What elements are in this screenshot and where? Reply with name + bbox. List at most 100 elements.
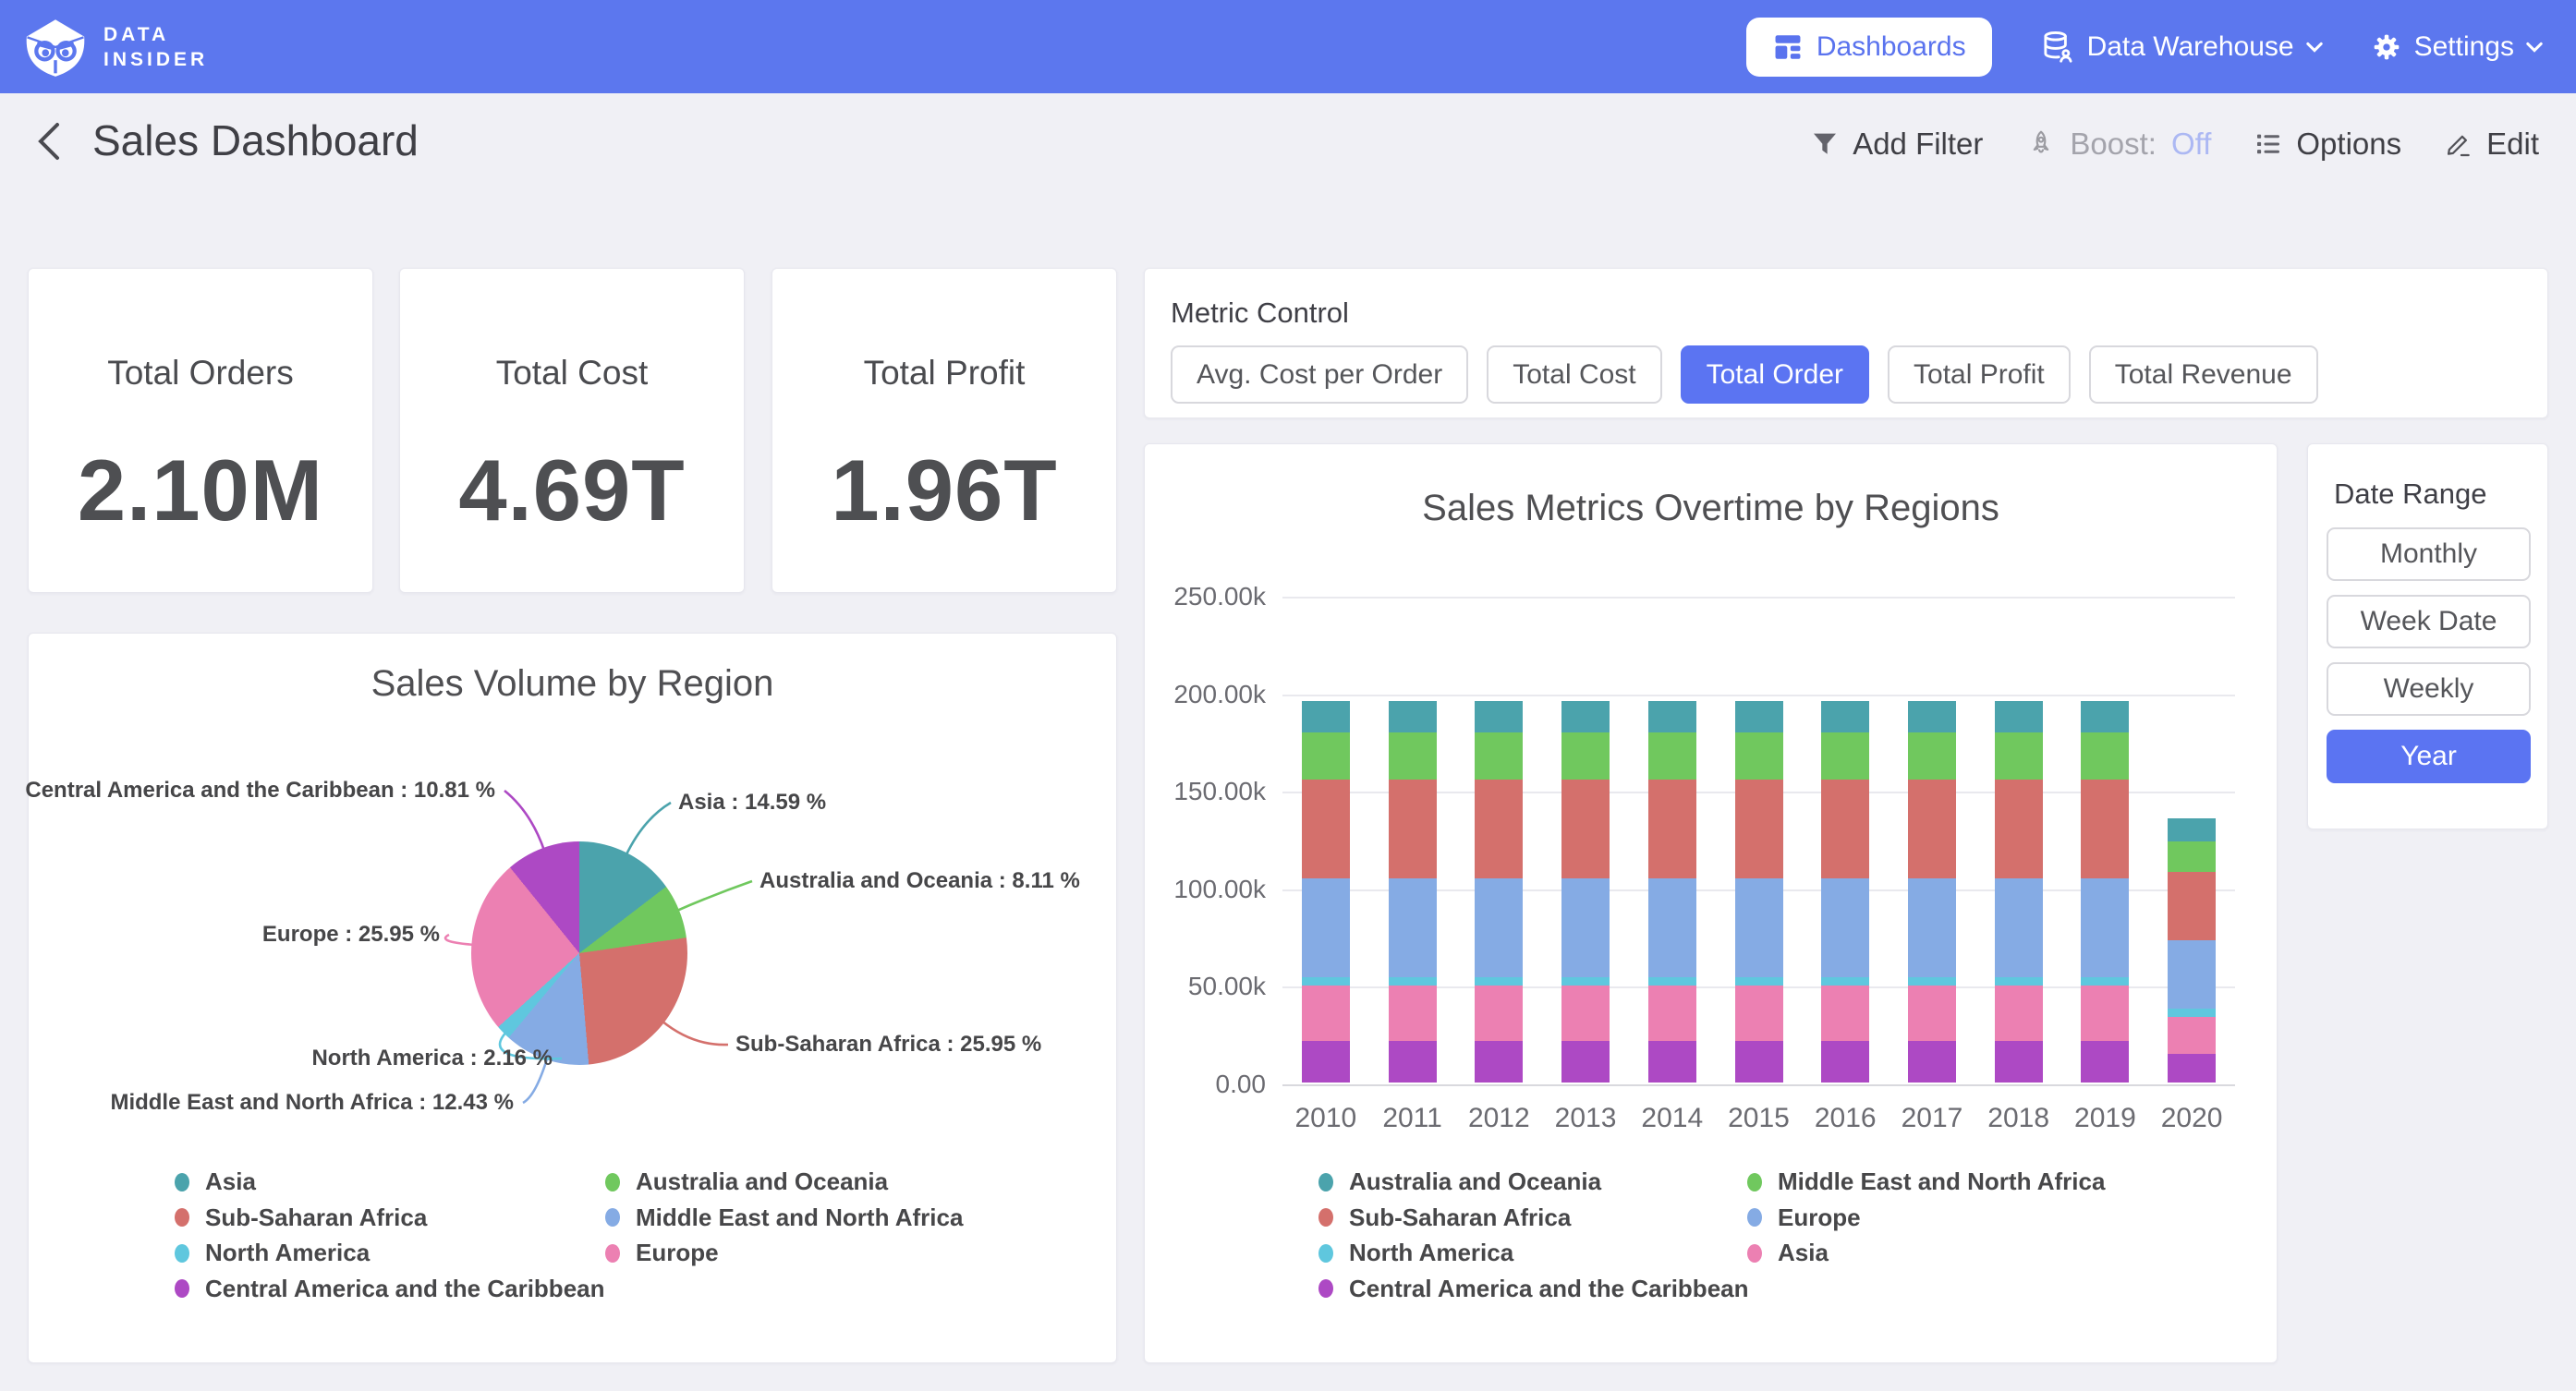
legend-item[interactable]: Australia and Oceania [605,1167,888,1196]
legend-item[interactable]: Australia and Oceania [1318,1167,1601,1196]
legend-item[interactable]: Middle East and North Africa [1747,1167,2105,1196]
options-button[interactable]: Options [2254,127,2401,162]
legend-label: Middle East and North Africa [1778,1167,2105,1196]
y-axis-tick: 200.00k [1145,680,1266,709]
pie-slice-label: Central America and the Caribbean : 10.8… [25,776,495,805]
metric-button-avg-cost-per-order[interactable]: Avg. Cost per Order [1171,345,1468,404]
legend-item[interactable]: Sub-Saharan Africa [1318,1204,1571,1232]
bar-segment [1302,732,1350,780]
bar-column-2011[interactable] [1389,701,1437,1083]
legend-item[interactable]: Europe [605,1239,719,1267]
bar-segment [1735,878,1783,977]
pencil-icon [2444,129,2473,159]
bar-column-2014[interactable] [1648,701,1696,1083]
legend-item[interactable]: Asia [175,1167,256,1196]
bar-column-2010[interactable] [1302,701,1350,1083]
gridline [1282,1084,2235,1086]
legend-dot [1747,1173,1762,1191]
boost-state: Off [2171,127,2211,162]
bar-segment [1302,780,1350,878]
legend-label: Australia and Oceania [636,1167,888,1196]
pie-slice-label: Sub-Saharan Africa : 25.95 % [735,1030,1041,1059]
bar-segment [1995,977,2043,986]
metric-button-total-revenue[interactable]: Total Revenue [2089,345,2318,404]
bar-segment [1995,732,2043,780]
metric-buttons: Avg. Cost per Order Total Cost Total Order… [1171,345,2318,404]
edit-button[interactable]: Edit [2444,127,2539,162]
legend-item[interactable]: Central America and the Caribbean [175,1275,605,1303]
bar-column-2018[interactable] [1995,701,2043,1083]
bar-segment [1561,701,1610,732]
pie[interactable] [471,841,687,1065]
date-range-button-monthly[interactable]: Monthly [2327,527,2531,581]
boost-toggle[interactable]: Boost: Off [2025,127,2211,162]
metric-button-total-profit[interactable]: Total Profit [1888,345,2071,404]
nav-right: Dashboards Data Warehouse [1746,18,2543,77]
bar-segment [1561,732,1610,780]
metric-button-total-order[interactable]: Total Order [1681,345,1869,404]
bar-column-2019[interactable] [2081,701,2129,1083]
y-axis-tick: 100.00k [1145,875,1266,904]
bar-segment [1735,780,1783,878]
legend-label: Central America and the Caribbean [205,1275,605,1303]
bar-segment [2168,940,2216,1009]
metric-button-total-cost[interactable]: Total Cost [1487,345,1661,404]
bar-column-2015[interactable] [1735,701,1783,1083]
legend-item[interactable]: Asia [1747,1239,1829,1267]
brand-logo[interactable]: DATA INSIDER [24,16,208,79]
bar-segment [1561,1041,1610,1083]
pie-slice-label: North America : 2.16 % [311,1044,553,1073]
chevron-down-icon [2306,42,2323,53]
date-range-button-year[interactable]: Year [2327,730,2531,783]
bar-segment [1735,986,1783,1041]
nav-dashboards-button[interactable]: Dashboards [1746,18,1992,77]
bar-column-2016[interactable] [1821,701,1869,1083]
bar-segment [1908,986,1956,1041]
bar-segment [2081,732,2129,780]
bar-segment [1735,977,1783,986]
bar-segment [2081,701,2129,732]
legend-item[interactable]: Middle East and North Africa [605,1204,963,1232]
bar-segment [1648,878,1696,977]
nav-settings[interactable]: Settings [2371,31,2543,63]
bar-column-2013[interactable] [1561,701,1610,1083]
legend-item[interactable]: North America [1318,1239,1513,1267]
legend-dot [1747,1244,1762,1263]
bar-segment [1389,1041,1437,1083]
top-nav: DATA INSIDER Dashboards [0,0,2576,93]
date-range-panel: Date Range MonthlyWeek DateWeeklyYear [2307,443,2548,829]
legend-item[interactable]: Sub-Saharan Africa [175,1204,427,1232]
brand-name: DATA INSIDER [103,22,208,72]
filter-icon [1810,129,1840,159]
legend-dot [175,1244,189,1263]
legend-dot [1747,1208,1762,1227]
legend-item[interactable]: Europe [1747,1204,1861,1232]
bar-segment [1475,732,1523,780]
kpi-value: 2.10M [78,441,323,540]
list-icon [2254,129,2283,159]
pie-slice-label: Europe : 25.95 % [262,920,440,950]
back-button[interactable] [30,119,70,163]
date-range-button-weekly[interactable]: Weekly [2327,662,2531,716]
bar-column-2012[interactable] [1475,701,1523,1083]
bar-column-2020[interactable] [2168,818,2216,1083]
legend-label: Asia [205,1167,256,1196]
add-filter-button[interactable]: Add Filter [1810,127,1983,162]
bar-segment [2168,1017,2216,1054]
gridline [1282,695,2235,696]
metric-control-panel: Metric Control Avg. Cost per Order Total … [1144,268,2548,418]
bar-column-2017[interactable] [1908,701,1956,1083]
kpi-value: 1.96T [831,441,1057,540]
legend-item[interactable]: Central America and the Caribbean [1318,1275,1749,1303]
bar-segment [1648,701,1696,732]
metric-control-title: Metric Control [1171,296,1349,330]
legend-item[interactable]: North America [175,1239,370,1267]
dashboards-icon [1772,31,1804,63]
bar-segment [1475,878,1523,977]
date-range-button-week-date[interactable]: Week Date [2327,595,2531,648]
bar-segment [2168,872,2216,940]
nav-data-warehouse[interactable]: Data Warehouse [2040,30,2323,65]
bar-segment [1735,732,1783,780]
bar-segment [1302,878,1350,977]
bar-segment [1648,977,1696,986]
